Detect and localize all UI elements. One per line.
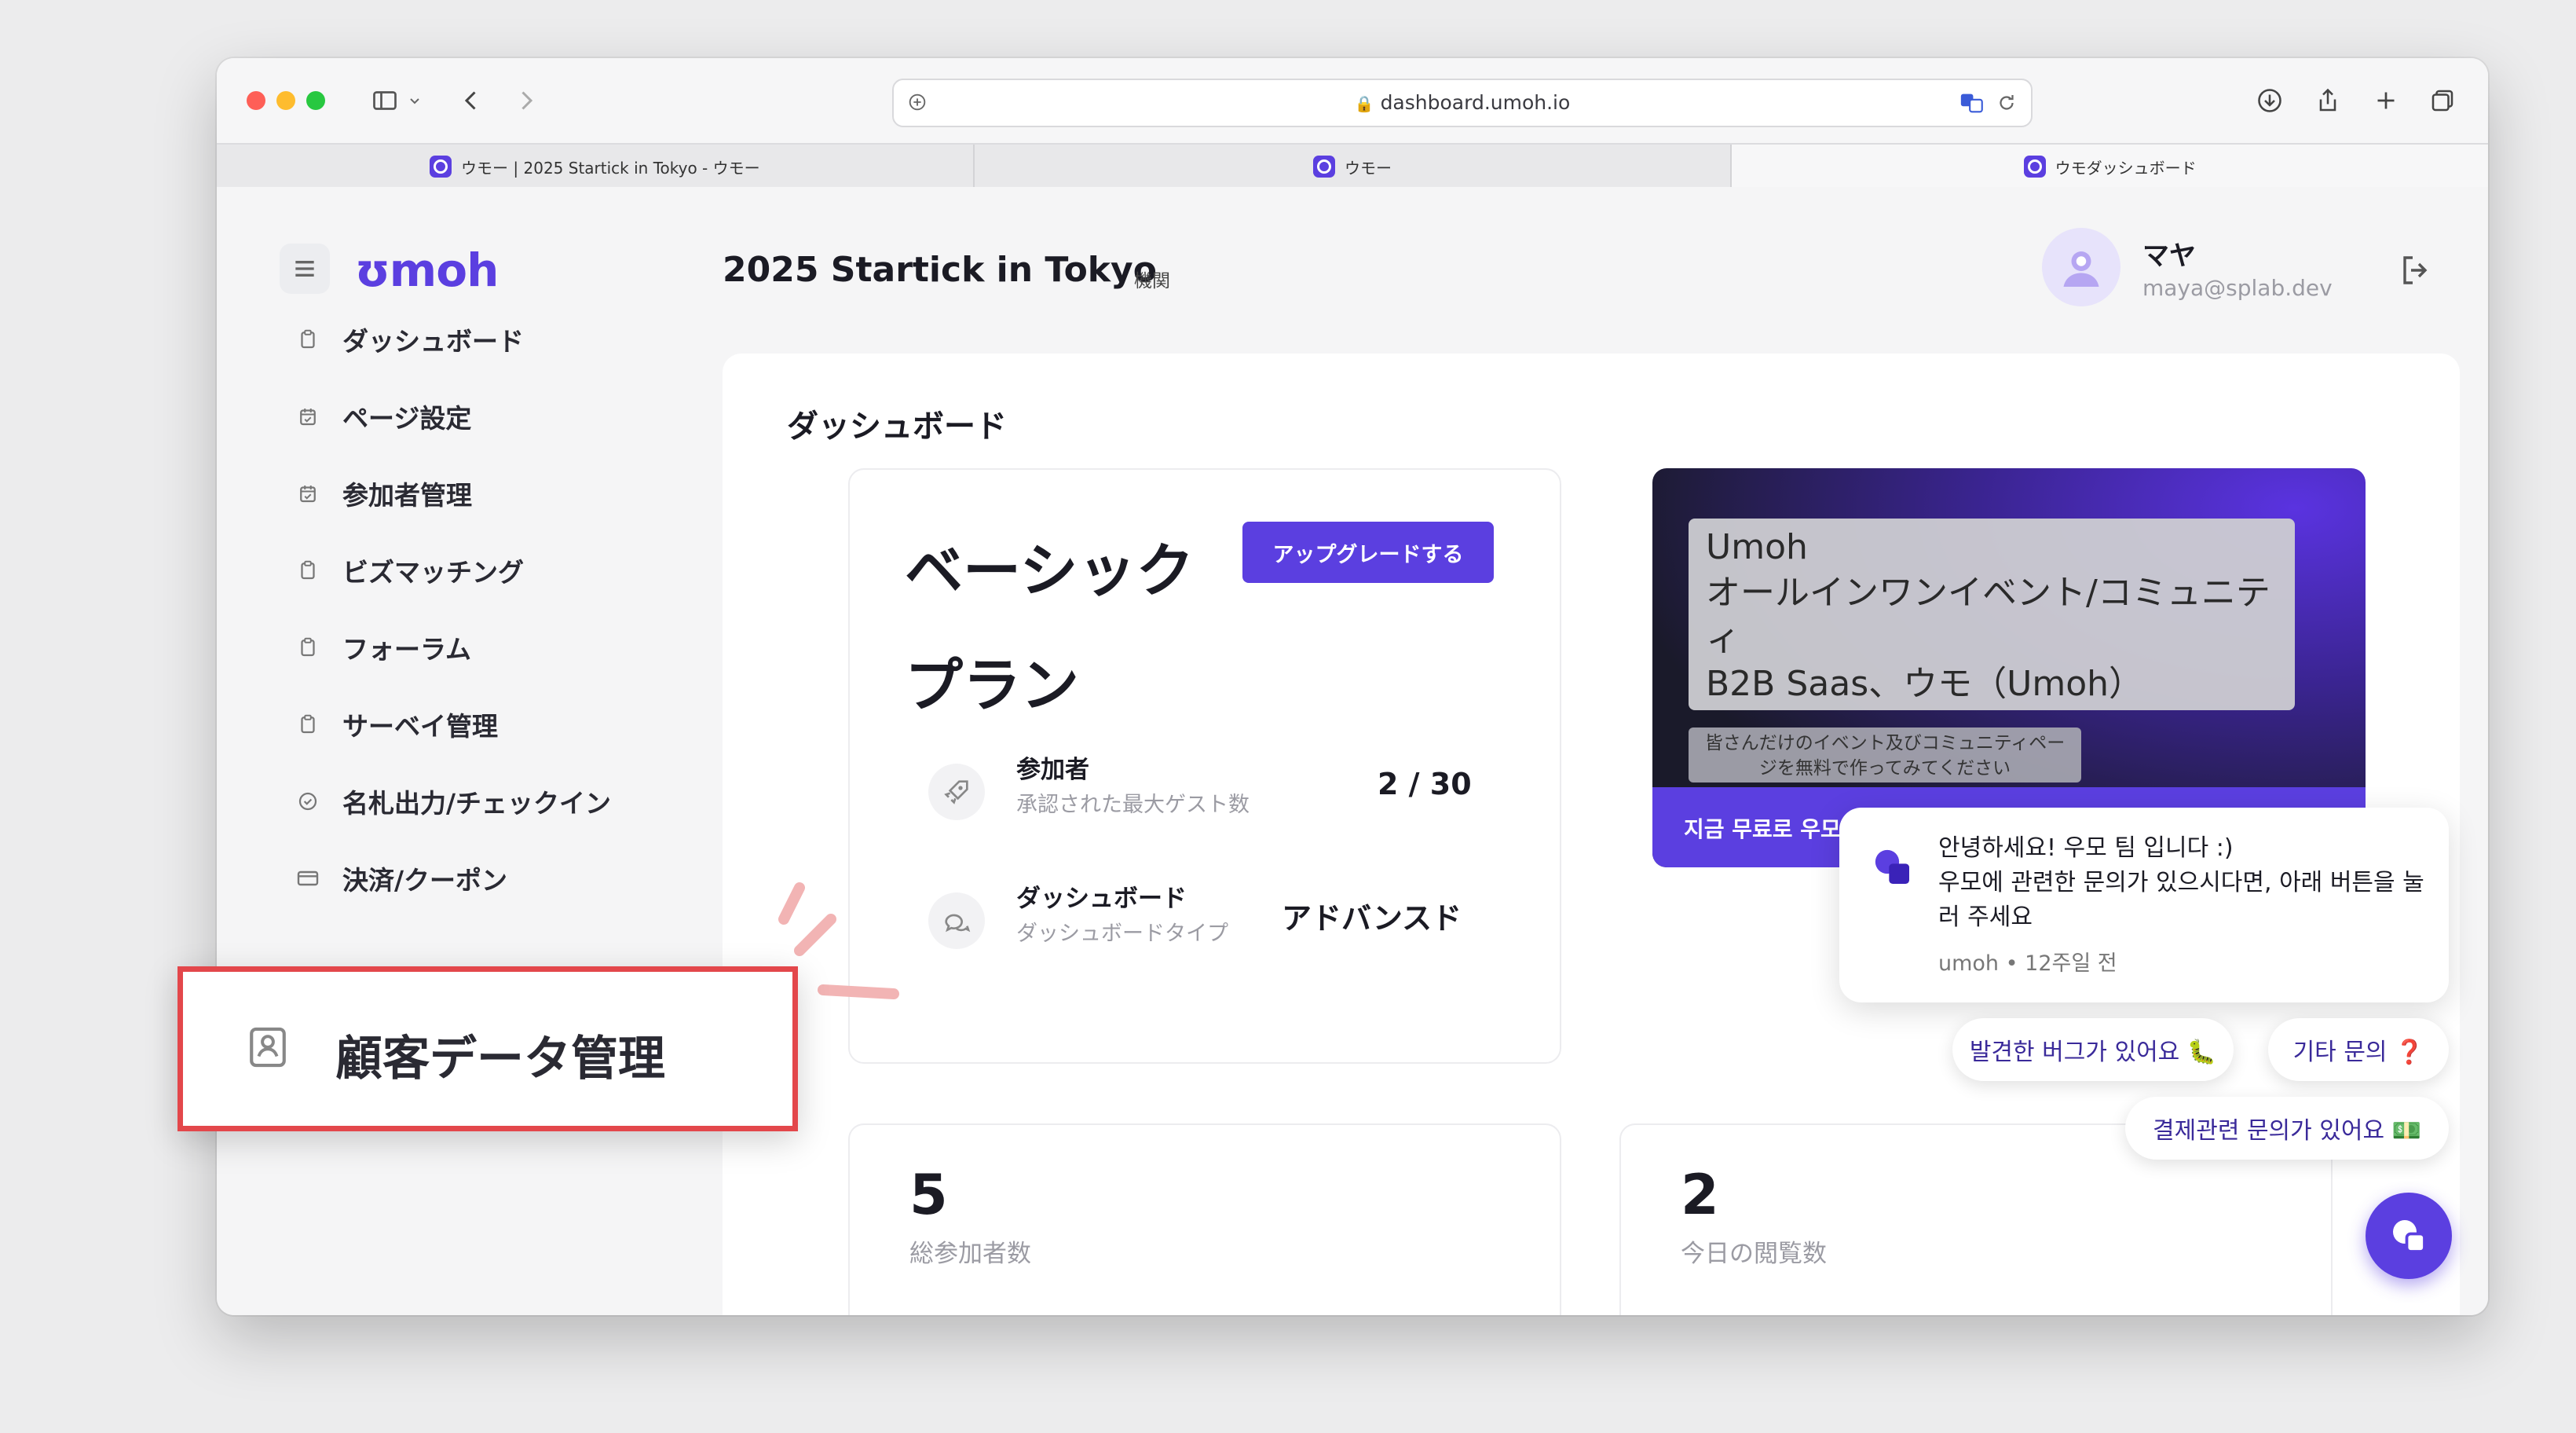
back-icon[interactable] <box>452 82 490 119</box>
chat-message: 우모에 관련한 문의가 있으시다면, 아래 버튼을 눌러 주세요 <box>1938 869 2424 931</box>
tab-label: ウモー <box>1345 158 1392 178</box>
tab-dashboard[interactable]: ウモダッシュボード <box>1732 145 2488 189</box>
plan-card: ベーシックプラン アップグレードする 参加者 承認された最大ゲスト数 2 / 3… <box>848 468 1561 1064</box>
sidebar-toggle-icon[interactable] <box>366 82 404 119</box>
calendar-check-icon <box>292 478 324 509</box>
umoh-favicon-icon <box>1313 156 1335 178</box>
calendar-check-icon <box>292 401 324 432</box>
url-text: 🔒 dashboard.umoh.io <box>1354 91 1571 114</box>
chat-launcher-button[interactable] <box>2366 1193 2452 1279</box>
promo-tag-line: 皆さんだけのイベント及びコミュニティペー <box>1704 733 2066 753</box>
chip-payment-inquiry[interactable]: 결제관련 문의가 있어요 💵 <box>2125 1097 2449 1160</box>
rocket-icon <box>928 764 985 820</box>
today-views-label: 今日の閲覧数 <box>1681 1240 1827 1268</box>
logout-button[interactable] <box>2394 248 2438 292</box>
clipboard-icon <box>292 632 324 663</box>
promo-title-box: Umoh オールインワンイベント/コミュニティ B2B Saas、ウモ（Umoh… <box>1689 519 2295 710</box>
download-icon[interactable] <box>2251 82 2289 119</box>
sidebar-item-label: ページ設定 <box>342 403 472 434</box>
chat-logo-icon <box>1875 849 1909 884</box>
chip-other-inquiry[interactable]: 기타 문의 ❓ <box>2268 1018 2449 1081</box>
credit-card-icon <box>292 863 324 894</box>
check-circle-icon <box>292 786 324 817</box>
tab-label: ウモダッシュボード <box>2055 158 2197 178</box>
reload-icon[interactable] <box>1995 91 2018 115</box>
tab-overview-icon[interactable] <box>2424 82 2461 119</box>
minimize-window-button[interactable] <box>276 91 295 110</box>
chevron-down-icon[interactable] <box>402 82 427 119</box>
zoom-window-button[interactable] <box>306 91 325 110</box>
tab-umoh[interactable]: ウモー <box>974 145 1733 189</box>
umoh-favicon-icon <box>430 156 452 178</box>
umoh-logo[interactable]: ʊmoh <box>355 244 499 297</box>
dashboard-type-label: ダッシュボード <box>1016 885 1187 913</box>
forward-icon[interactable] <box>507 82 545 119</box>
sidebar-item-label: 決済/クーポン <box>342 865 508 896</box>
sidebar-item-label: サーベイ管理 <box>342 711 498 742</box>
close-window-button[interactable] <box>247 91 265 110</box>
total-participants-label: 総参加者数 <box>909 1240 1031 1268</box>
plan-title: ベーシックプラン <box>905 537 1195 720</box>
chat-bubbles-icon <box>928 892 985 949</box>
participants-sub: 承認された最大ゲスト数 <box>1016 793 1250 817</box>
hamburger-icon <box>295 261 314 277</box>
user-email: maya@splab.dev <box>2142 275 2333 301</box>
callout-label: 顧客データ管理 <box>335 1032 665 1087</box>
translate-icon[interactable] <box>1959 90 1985 116</box>
tab-label: ウモー | 2025 Startick in Tokyo - ウモー <box>461 158 760 178</box>
new-tab-icon[interactable] <box>2367 82 2405 119</box>
stat-card-participants: 5 総参加者数 <box>848 1123 1561 1315</box>
promo-title-line: Umoh <box>1706 527 1808 567</box>
promo-tagline: 皆さんだけのイベント及びコミュニティペー ジを無料で作ってみてください <box>1689 727 2081 782</box>
promo-tag-line: ジを無料で作ってみてください <box>1758 758 2011 779</box>
chat-greeting: 안녕하세요! 우모 팀 입니다 :) <box>1938 834 2234 862</box>
menu-toggle-button[interactable] <box>280 244 330 294</box>
contact-card-icon <box>250 1027 286 1068</box>
user-name: マヤ <box>2142 240 2196 272</box>
logout-icon <box>2403 256 2428 284</box>
chat-bubble-icon <box>2393 1220 2426 1253</box>
participants-label: 参加者 <box>1016 756 1089 784</box>
lock-icon: 🔒 <box>1354 94 1374 113</box>
address-bar[interactable]: 🔒 dashboard.umoh.io <box>892 79 2033 127</box>
user-avatar-icon <box>2063 251 2099 287</box>
chat-message-card[interactable]: 안녕하세요! 우모 팀 입니다 :) 우모에 관련한 문의가 있으시다면, 아래… <box>1839 808 2449 1002</box>
tab-event-page[interactable]: ウモー | 2025 Startick in Tokyo - ウモー <box>217 145 975 189</box>
event-title: 2025 Startick in Tokyo <box>723 250 1157 290</box>
share-icon[interactable] <box>2309 82 2347 119</box>
sidebar-item-label: ビズマッチング <box>342 557 524 588</box>
customer-data-callout[interactable]: 顧客データ管理 <box>177 966 798 1131</box>
upgrade-button[interactable]: アップグレードする <box>1242 522 1494 583</box>
sidebar-item-label: フォーラム <box>342 634 472 665</box>
total-participants-value: 5 <box>909 1163 948 1227</box>
sidebar-item-label: 参加者管理 <box>342 480 472 511</box>
section-title: ダッシュボード <box>787 409 1007 445</box>
browser-toolbar: 🔒 dashboard.umoh.io <box>217 58 2488 143</box>
tab-bar: ウモー | 2025 Startick in Tokyo - ウモー ウモー ウ… <box>217 143 2488 190</box>
sidebar-item-label: 名札出力/チェックイン <box>342 788 612 819</box>
umoh-favicon-icon <box>2023 156 2046 178</box>
sidebar-item-label: ダッシュボード <box>342 326 524 357</box>
chat-text: 안녕하세요! 우모 팀 입니다 :) 우모에 관련한 문의가 있으시다면, 아래… <box>1938 831 2425 935</box>
avatar[interactable] <box>2042 228 2120 306</box>
chat-meta: umoh • 12주일 전 <box>1938 951 2117 976</box>
chip-bug-report[interactable]: 발견한 버그가 있어요 🐛 <box>1952 1018 2234 1081</box>
promo-title-line: オールインワンイベント/コミュニティ <box>1706 573 2270 658</box>
today-views-value: 2 <box>1681 1163 1719 1227</box>
dashboard-type-value: アドバンスド <box>1282 901 1462 936</box>
participants-value: 2 / 30 <box>1378 767 1472 801</box>
org-tag: 機関 <box>1134 271 1170 291</box>
dashboard-type-sub: ダッシュボードタイプ <box>1016 922 1228 946</box>
clipboard-icon <box>292 555 324 586</box>
clipboard-icon <box>292 324 324 355</box>
clipboard-icon <box>292 709 324 740</box>
promo-title-line: B2B Saas、ウモ（Umoh） <box>1706 664 2144 704</box>
